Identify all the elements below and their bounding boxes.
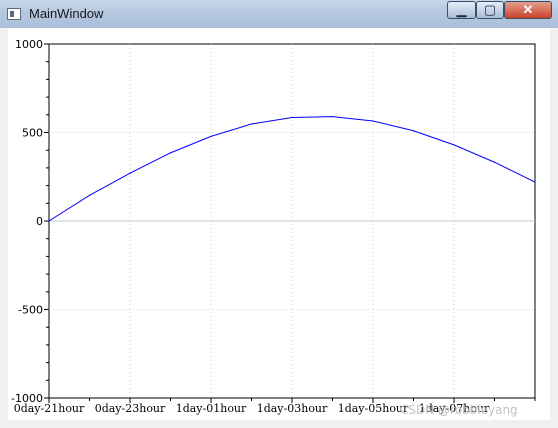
y-tick-label: -500 [18,304,43,317]
data-point [453,144,455,146]
x-tick-label: 1day-03hour [257,402,328,415]
watermark-text: CSDN @robbleyang [400,403,518,417]
data-point [372,120,374,122]
data-point [250,123,253,125]
data-point [169,152,172,154]
x-tick-label: 0day-21hour [14,402,85,415]
data-point [129,172,131,174]
y-tick-label: 500 [22,127,43,140]
data-point [48,220,50,222]
data-point [412,130,415,132]
data-point [291,116,293,119]
x-tick-label: 1day-01hour [176,402,247,415]
data-point [331,115,334,118]
line-chart: 10005000-500-10000day-21hour 0day-23hour 1… [11,38,536,417]
x-tick-label: 1day-05hour [338,402,409,415]
y-tick-label: 0 [36,215,43,228]
data-point [88,194,91,196]
data-point [534,181,536,183]
data-point [493,161,496,163]
x-tick-label: 0day-23hour [95,402,166,415]
data-point [210,135,212,137]
y-tick-label: 1000 [15,38,43,51]
